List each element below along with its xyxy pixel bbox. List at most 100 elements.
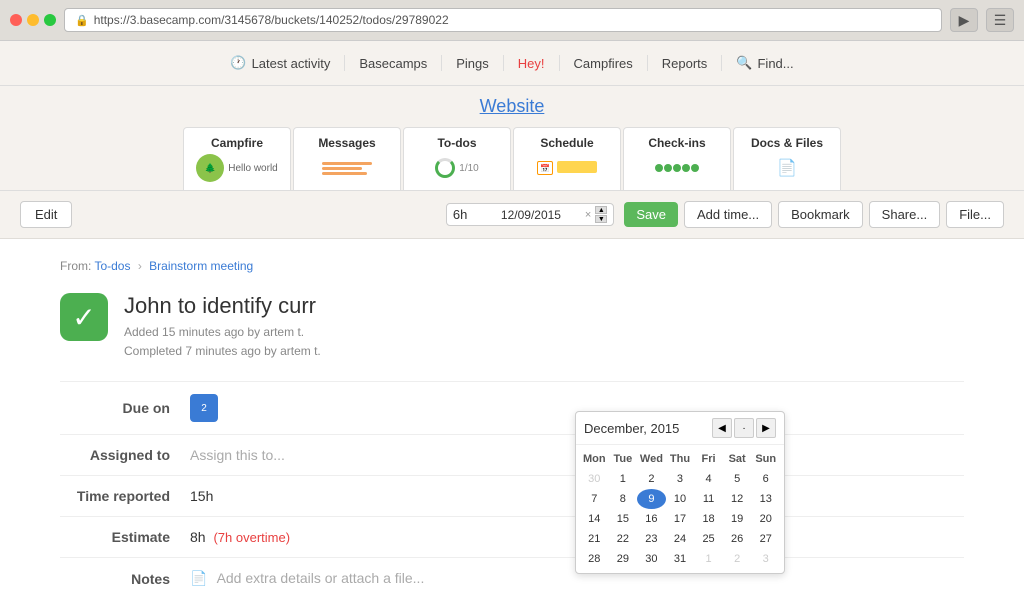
cal-day[interactable]: 30 xyxy=(580,469,609,489)
calendar-week-4: 21 22 23 24 25 26 27 xyxy=(580,529,780,549)
url-bar[interactable]: 🔒 https://3.basecamp.com/3145678/buckets… xyxy=(64,8,942,32)
nav-find[interactable]: 🔍 Find... xyxy=(722,49,807,77)
tool-messages[interactable]: Messages xyxy=(293,127,401,190)
calendar-week-3: 14 15 16 17 18 19 20 xyxy=(580,509,780,529)
cal-center-btn[interactable]: · xyxy=(734,418,754,438)
minimize-button[interactable] xyxy=(27,14,39,26)
date-clear-icon[interactable]: × xyxy=(585,209,591,221)
calendar-month-year[interactable]: December, 2015 xyxy=(584,421,679,436)
nav-hey[interactable]: Hey! xyxy=(504,50,559,77)
cal-day[interactable]: 17 xyxy=(666,509,695,529)
due-day: 2 xyxy=(201,403,207,414)
assigned-to-value[interactable]: Assign this to... xyxy=(190,447,285,463)
share-button[interactable]: Share... xyxy=(869,201,941,228)
cal-day[interactable]: 1 xyxy=(694,549,723,569)
date-spinners: ▲ ▼ xyxy=(595,206,607,223)
tool-checkins[interactable]: Check-ins xyxy=(623,127,731,190)
cal-day[interactable]: 25 xyxy=(694,529,723,549)
tool-schedule[interactable]: Schedule 📅 xyxy=(513,127,621,190)
day-wed: Wed xyxy=(637,449,666,469)
close-button[interactable] xyxy=(10,14,22,26)
todos-progress xyxy=(435,158,455,178)
cal-day[interactable]: 26 xyxy=(723,529,752,549)
cal-prev-btn[interactable]: ◀ xyxy=(712,418,732,438)
day-sat: Sat xyxy=(723,449,752,469)
cal-day[interactable]: 5 xyxy=(723,469,752,489)
cal-day[interactable]: 8 xyxy=(609,489,638,509)
bookmark-button[interactable]: Bookmark xyxy=(778,201,863,228)
breadcrumb-todos-link[interactable]: To-dos xyxy=(94,259,130,273)
project-header: Website Campfire 🌲 Hello world Messages xyxy=(0,86,1024,191)
cal-day[interactable]: 27 xyxy=(751,529,780,549)
tool-campfire[interactable]: Campfire 🌲 Hello world xyxy=(183,127,291,190)
cal-day[interactable]: 3 xyxy=(666,469,695,489)
file-button[interactable]: File... xyxy=(946,201,1004,228)
cal-day[interactable]: 23 xyxy=(637,529,666,549)
cal-day[interactable]: 4 xyxy=(694,469,723,489)
cal-day[interactable]: 21 xyxy=(580,529,609,549)
toolbar: Edit × ▲ ▼ Save Add time... Bookmark Sha… xyxy=(0,191,1024,239)
menu-button[interactable]: ☰ xyxy=(986,8,1014,32)
day-tue: Tue xyxy=(609,449,638,469)
save-button[interactable]: Save xyxy=(624,202,678,227)
date-down-btn[interactable]: ▼ xyxy=(595,215,607,223)
browser-chrome: 🔒 https://3.basecamp.com/3145678/buckets… xyxy=(0,0,1024,41)
cal-day[interactable]: 19 xyxy=(723,509,752,529)
cal-next-btn[interactable]: ▶ xyxy=(756,418,776,438)
cal-day[interactable]: 12 xyxy=(723,489,752,509)
breadcrumb-meeting-link[interactable]: Brainstorm meeting xyxy=(149,259,253,273)
due-on-value: 2 xyxy=(190,394,218,422)
calendar-grid: Mon Tue Wed Thu Fri Sat Sun 30 1 2 3 4 5… xyxy=(576,445,784,573)
date-up-btn[interactable]: ▲ xyxy=(595,206,607,214)
nav-campfires[interactable]: Campfires xyxy=(560,50,647,77)
cal-day[interactable]: 22 xyxy=(609,529,638,549)
cal-day[interactable]: 10 xyxy=(666,489,695,509)
cal-day[interactable]: 7 xyxy=(580,489,609,509)
day-fri: Fri xyxy=(694,449,723,469)
tool-docs[interactable]: Docs & Files 📄 xyxy=(733,127,841,190)
tool-todos[interactable]: To-dos 1/10 xyxy=(403,127,511,190)
cal-day-selected[interactable]: 9 xyxy=(637,489,666,509)
due-date-icon[interactable]: 2 xyxy=(190,394,218,422)
cal-day[interactable]: 29 xyxy=(609,549,638,569)
estimate-row: Estimate 8h (7h overtime) xyxy=(60,516,964,557)
cal-day[interactable]: 18 xyxy=(694,509,723,529)
nav-reports[interactable]: Reports xyxy=(648,50,722,77)
cal-day[interactable]: 15 xyxy=(609,509,638,529)
calendar-week-2: 7 8 9 10 11 12 13 xyxy=(580,489,780,509)
todo-area: From: To-dos › Brainstorm meeting ✓ John… xyxy=(0,239,1024,593)
date-input[interactable] xyxy=(501,208,581,222)
cal-day[interactable]: 30 xyxy=(637,549,666,569)
hours-input[interactable] xyxy=(453,207,493,222)
edit-button[interactable]: Edit xyxy=(20,201,72,228)
cal-day[interactable]: 13 xyxy=(751,489,780,509)
cal-day[interactable]: 11 xyxy=(694,489,723,509)
add-time-button[interactable]: Add time... xyxy=(684,201,772,228)
cal-day[interactable]: 28 xyxy=(580,549,609,569)
notes-icon: 📄 xyxy=(190,570,207,586)
content-area: Edit × ▲ ▼ Save Add time... Bookmark Sha… xyxy=(0,191,1024,593)
cal-day[interactable]: 2 xyxy=(637,469,666,489)
campfire-avatar: 🌲 xyxy=(196,154,224,182)
todo-checkbox[interactable]: ✓ xyxy=(60,293,108,341)
nav-basecamps[interactable]: Basecamps xyxy=(345,50,441,77)
cal-day[interactable]: 2 xyxy=(723,549,752,569)
cal-day[interactable]: 1 xyxy=(609,469,638,489)
notes-value: 📄 Add extra details or attach a file... xyxy=(190,570,424,587)
cal-day[interactable]: 24 xyxy=(666,529,695,549)
nav-latest-activity[interactable]: 🕐 Latest activity xyxy=(216,49,344,77)
day-mon: Mon xyxy=(580,449,609,469)
play-button[interactable]: ▶ xyxy=(950,8,978,32)
search-icon: 🔍 xyxy=(736,55,752,71)
cal-day[interactable]: 16 xyxy=(637,509,666,529)
cal-day[interactable]: 20 xyxy=(751,509,780,529)
maximize-button[interactable] xyxy=(44,14,56,26)
cal-day[interactable]: 31 xyxy=(666,549,695,569)
time-reported-value: 15h xyxy=(190,488,213,504)
cal-day[interactable]: 6 xyxy=(751,469,780,489)
project-title[interactable]: Website xyxy=(0,96,1024,117)
nav-pings[interactable]: Pings xyxy=(442,50,503,77)
cal-day[interactable]: 14 xyxy=(580,509,609,529)
cal-day[interactable]: 3 xyxy=(751,549,780,569)
todo-meta-added: Added 15 minutes ago by artem t. xyxy=(124,323,964,342)
